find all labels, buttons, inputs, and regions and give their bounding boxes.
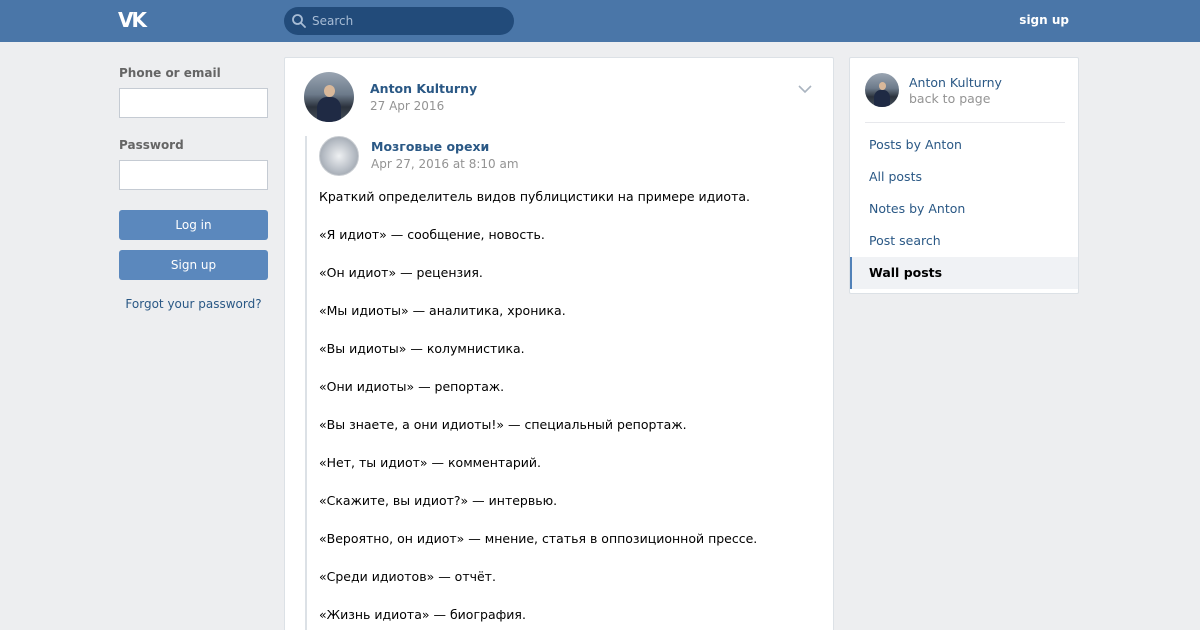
post-line: «Я идиот» — сообщение, новость. — [319, 227, 545, 242]
sidebar-menu: Posts by Anton All posts Notes by Anton … — [850, 129, 1078, 289]
sidebar-profile-name[interactable]: Anton Kulturny — [909, 75, 1002, 90]
back-to-page-link[interactable]: back to page — [909, 91, 990, 106]
post-line: «Нет, ты идиот» — комментарий. — [319, 455, 542, 470]
repost-divider — [305, 136, 307, 630]
post-author-link[interactable]: Anton Kulturny — [370, 81, 477, 96]
sidebar-item-posts-by-anton[interactable]: Posts by Anton — [850, 129, 1078, 161]
phone-email-field[interactable] — [119, 88, 268, 118]
post-line: «Вы знаете, а они идиоты!» — специальный… — [319, 417, 687, 432]
header-signup-link[interactable]: sign up — [1019, 13, 1069, 27]
wall-post: Anton Kulturny 27 Apr 2016 Мозговые орех… — [284, 57, 834, 630]
password-field[interactable] — [119, 160, 268, 190]
post-line: «Жизнь идиота» — биография. — [319, 607, 526, 622]
vk-logo[interactable]: VK — [118, 9, 152, 31]
author-avatar[interactable] — [304, 72, 354, 122]
post-text: Краткий определитель видов публицистики … — [319, 189, 819, 630]
chevron-down-icon[interactable] — [797, 83, 813, 95]
forgot-password-link[interactable]: Forgot your password? — [119, 297, 268, 311]
post-line: «Среди идиотов» — отчёт. — [319, 569, 496, 584]
repost-author-link[interactable]: Мозговые орехи — [371, 139, 489, 154]
login-panel: Phone or email Password Log in Sign up F… — [119, 66, 268, 311]
sidebar-item-post-search[interactable]: Post search — [850, 225, 1078, 257]
post-line: «Вы идиоты» — колумнистика. — [319, 341, 525, 356]
search-icon — [292, 14, 306, 28]
post-date[interactable]: 27 Apr 2016 — [370, 99, 444, 113]
repost-date[interactable]: Apr 27, 2016 at 8:10 am — [371, 157, 519, 171]
sidebar-item-all-posts[interactable]: All posts — [850, 161, 1078, 193]
post-line: «Скажите, вы идиот?» — интервью. — [319, 493, 558, 508]
phone-label: Phone or email — [119, 66, 221, 80]
post-line: Краткий определитель видов публицистики … — [319, 189, 750, 204]
post-line: «Вероятно, он идиот» — мнение, статья в … — [319, 531, 758, 546]
top-bar: VK sign up — [0, 0, 1200, 42]
search-input[interactable] — [312, 7, 508, 35]
profile-sidebar: Anton Kulturny back to page Posts by Ant… — [849, 57, 1079, 294]
signup-button[interactable]: Sign up — [119, 250, 268, 280]
post-line: «Мы идиоты» — аналитика, хроника. — [319, 303, 566, 318]
post-line: «Они идиоты» — репортаж. — [319, 379, 505, 394]
sidebar-avatar[interactable] — [865, 73, 899, 107]
sidebar-item-wall-posts[interactable]: Wall posts — [850, 257, 1078, 289]
post-line: «Он идиот» — рецензия. — [319, 265, 483, 280]
repost-group-avatar[interactable] — [319, 136, 359, 176]
sidebar-item-notes-by-anton[interactable]: Notes by Anton — [850, 193, 1078, 225]
divider — [865, 122, 1065, 123]
login-button[interactable]: Log in — [119, 210, 268, 240]
password-label: Password — [119, 138, 184, 152]
